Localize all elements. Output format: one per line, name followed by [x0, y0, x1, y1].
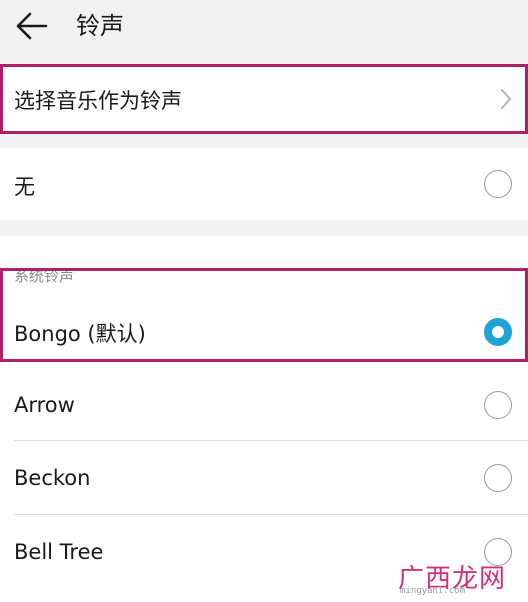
pick-music-label: 选择音乐作为铃声 — [14, 89, 182, 113]
divider — [14, 440, 528, 441]
ringtone-row-arrow[interactable]: Arrow — [0, 370, 528, 440]
ringtone-none-row[interactable]: 无 — [0, 148, 528, 220]
ringtone-none-label: 无 — [14, 175, 35, 199]
ringtone-row-beckon[interactable]: Beckon — [0, 442, 528, 514]
ringtone-label: Bongo (默认) — [14, 322, 146, 346]
ringtone-label: Bell Tree — [14, 540, 104, 564]
watermark-site: mingyanl.com — [400, 586, 466, 596]
page-title: 铃声 — [76, 12, 124, 40]
divider — [14, 514, 528, 515]
radio-unchecked-icon[interactable] — [484, 170, 512, 198]
radio-unchecked-icon[interactable] — [484, 391, 512, 419]
back-button[interactable] — [14, 10, 50, 42]
ringtone-label: Arrow — [14, 393, 75, 417]
arrow-left-icon — [16, 12, 48, 40]
app-header: 铃声 — [0, 0, 528, 56]
radio-unchecked-icon[interactable] — [484, 464, 512, 492]
radio-checked-icon[interactable] — [484, 318, 512, 346]
chevron-right-icon — [501, 89, 511, 109]
ringtone-label: Beckon — [14, 466, 91, 490]
ringtone-row-bongo[interactable]: Bongo (默认) — [0, 294, 528, 366]
section-label-system: 系统铃声 — [14, 267, 75, 285]
pick-music-row[interactable]: 选择音乐作为铃声 — [0, 66, 528, 132]
